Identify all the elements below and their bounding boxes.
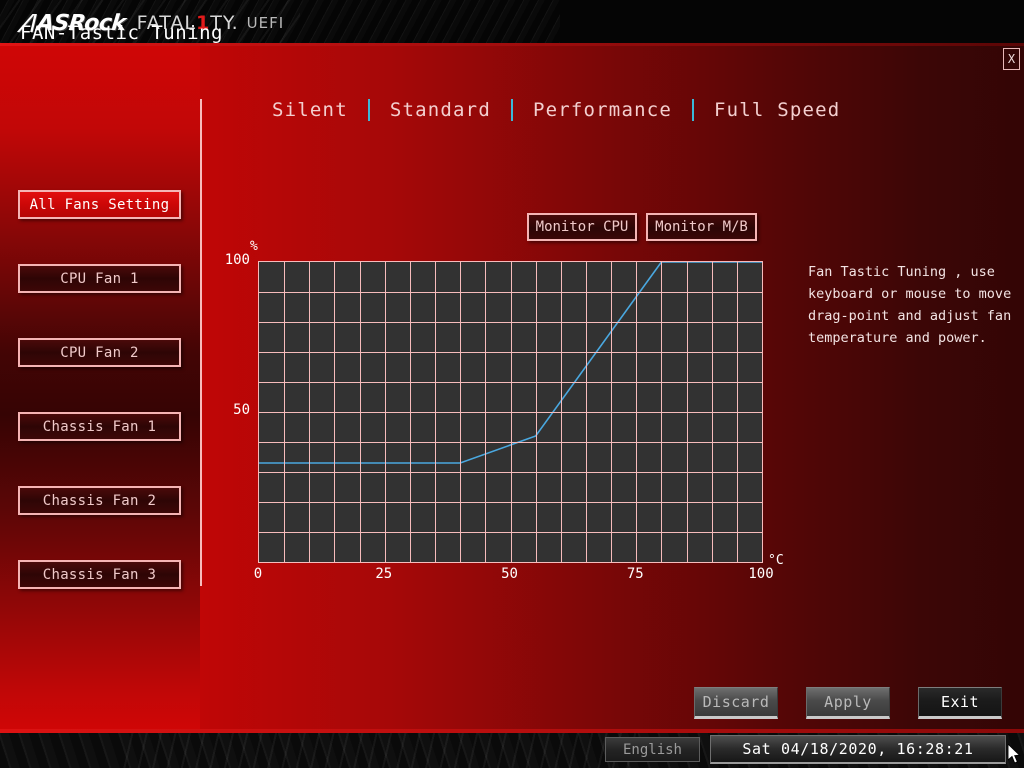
grid-line-horizontal xyxy=(259,442,762,443)
grid-line-horizontal xyxy=(259,472,762,473)
tab-separator xyxy=(510,99,513,121)
x-axis-tick-label: 0 xyxy=(253,566,263,582)
grid-line-horizontal xyxy=(259,532,762,533)
grid-line-horizontal xyxy=(259,502,762,503)
language-label: English xyxy=(622,741,682,758)
sidebar-item-cpu-fan-1[interactable]: CPU Fan 1 xyxy=(18,264,181,293)
bottombar-stripe-texture-secondary xyxy=(120,729,640,768)
apply-label: Apply xyxy=(824,693,872,711)
y-axis-tick-label: 50 xyxy=(233,402,250,418)
x-axis-tick-label: 50 xyxy=(501,566,518,582)
language-button[interactable]: English xyxy=(605,737,700,762)
y-axis-tick-label: 100 xyxy=(224,252,250,268)
datetime-label: Sat 04/18/2020, 16:28:21 xyxy=(742,740,974,758)
fan-profile-tabs: Silent Standard Performance Full Speed xyxy=(258,95,854,125)
grid-line-horizontal xyxy=(259,412,762,413)
sidebar-item-label: CPU Fan 1 xyxy=(60,270,139,287)
x-axis-tick-label: 75 xyxy=(626,566,644,582)
tab-standard[interactable]: Standard xyxy=(376,99,505,121)
discard-label: Discard xyxy=(702,693,770,711)
monitor-cpu-button[interactable]: Monitor CPU xyxy=(527,213,637,241)
tab-separator xyxy=(367,99,370,121)
grid-line-horizontal xyxy=(259,382,762,383)
help-description: Fan Tastic Tuning , use keyboard or mous… xyxy=(808,264,1012,346)
y-axis-unit-label: % xyxy=(250,239,258,254)
close-icon[interactable]: X xyxy=(1003,48,1020,70)
grid-line-horizontal xyxy=(259,352,762,353)
datetime-display[interactable]: Sat 04/18/2020, 16:28:21 xyxy=(710,735,1006,764)
tab-full-speed[interactable]: Full Speed xyxy=(700,99,854,121)
sidebar-item-label: Chassis Fan 1 xyxy=(42,418,157,435)
sidebar-item-chassis-fan-1[interactable]: Chassis Fan 1 xyxy=(18,412,181,441)
page-title: FAN-Tastic Tuning xyxy=(20,22,223,44)
monitor-mb-button[interactable]: Monitor M/B xyxy=(646,213,757,241)
grid-line-horizontal xyxy=(259,322,762,323)
discard-button[interactable]: Discard xyxy=(694,687,778,719)
sidebar-item-label: All Fans Setting xyxy=(29,196,170,213)
bottombar-red-divider xyxy=(0,729,1024,733)
sidebar-item-chassis-fan-3[interactable]: Chassis Fan 3 xyxy=(18,560,181,589)
monitor-cpu-label: Monitor CPU xyxy=(535,219,629,235)
monitor-mb-label: Monitor M/B xyxy=(655,219,748,235)
fan-curve-plot[interactable] xyxy=(258,261,763,563)
tab-separator xyxy=(692,99,694,121)
sidebar-divider xyxy=(200,99,202,586)
exit-label: Exit xyxy=(940,693,980,711)
tab-silent[interactable]: Silent xyxy=(258,99,362,121)
x-axis-tick-label: 25 xyxy=(375,566,393,582)
apply-button[interactable]: Apply xyxy=(806,687,890,719)
sidebar-item-label: CPU Fan 2 xyxy=(60,344,139,361)
sidebar-item-all-fans-setting[interactable]: All Fans Setting xyxy=(18,190,181,219)
sidebar-item-label: Chassis Fan 2 xyxy=(42,492,157,509)
uefi-screen: /\ASRock FATAL1TY. UEFI FAN-Tastic Tunin… xyxy=(0,0,1024,768)
sidebar-item-cpu-fan-2[interactable]: CPU Fan 2 xyxy=(18,338,181,367)
sidebar-item-label: Chassis Fan 3 xyxy=(42,566,157,583)
grid-line-horizontal xyxy=(259,292,762,293)
uefi-wordmark: UEFI xyxy=(246,14,285,32)
tab-performance[interactable]: Performance xyxy=(519,99,686,121)
mouse-cursor-icon xyxy=(1008,744,1021,764)
sidebar-item-chassis-fan-2[interactable]: Chassis Fan 2 xyxy=(18,486,181,515)
sidebar-background xyxy=(0,46,200,729)
x-axis-tick-label: 100 xyxy=(748,566,774,582)
exit-button[interactable]: Exit xyxy=(918,687,1002,719)
